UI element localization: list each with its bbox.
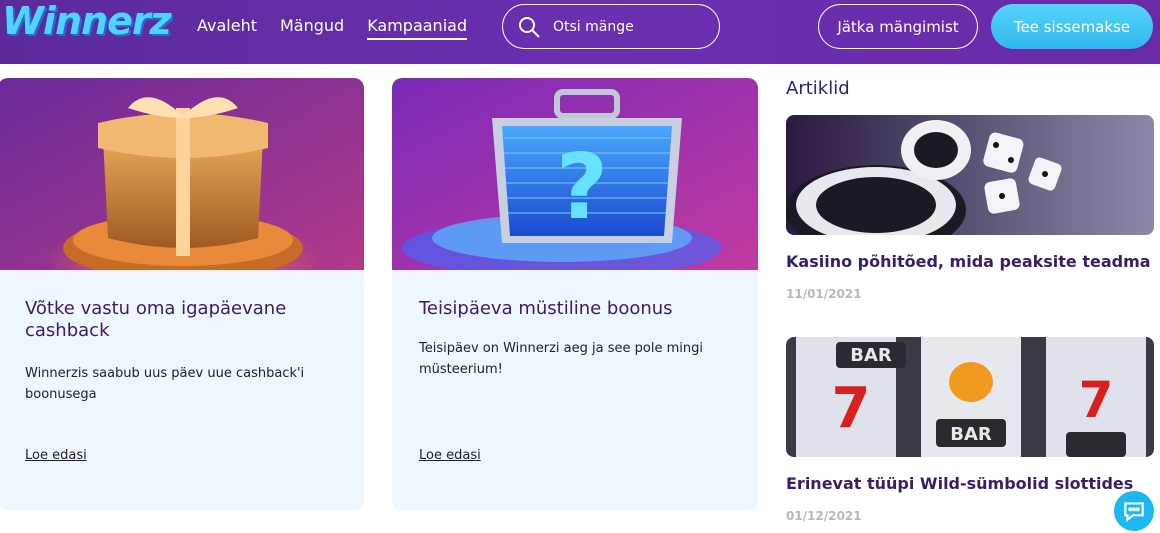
article-date: 11/01/2021 [786,287,862,301]
article-title[interactable]: Kasiino põhitõed, mida peaksite teadma [786,251,1154,273]
slot-reels-icon: BAR 7 BAR 7 [786,337,1154,457]
search-icon [519,16,540,38]
promo-title: Võtke vastu oma igapäevane cashback [25,298,287,341]
chat-icon [1124,502,1144,522]
article-image[interactable] [786,115,1154,235]
promo-description: Teisipäev on Winnerzi aeg ja see pole mi… [419,341,703,377]
mystery-briefcase-icon: ? [392,78,758,270]
search-input[interactable] [553,18,713,35]
main-nav: Avaleht Mängud Kampaaniad [197,14,490,40]
svg-text:7: 7 [1079,371,1114,429]
svg-text:BAR: BAR [950,424,992,445]
read-more-link[interactable]: Loe edasi [25,448,87,463]
svg-text:7: 7 [832,376,871,441]
read-more-link[interactable]: Loe edasi [419,448,481,463]
logo-text: Winnerz [2,0,172,43]
promo-image [0,78,364,270]
svg-text:BAR: BAR [850,345,892,366]
nav-games[interactable]: Mängud [280,14,344,40]
article-title[interactable]: Erinevat tüüpi Wild-sümbolid slottides [786,473,1154,495]
promo-title: Teisipäeva müstiline boonus [419,298,673,319]
promo-card[interactable]: Võtke vastu oma igapäevane cashback Winn… [0,78,364,510]
promo-card[interactable]: ? Teisipäeva müstiline boonus Teisipäev … [392,78,758,510]
promo-image: ? [392,78,758,270]
deposit-button[interactable]: Tee sissemakse [991,4,1153,49]
promo-description: Winnerzis saabub uus päev uue cashback'i… [25,366,305,402]
article-item[interactable]: Kasiino põhitõed, mida peaksite teadma 1… [786,115,1154,301]
article-date: 01/12/2021 [786,509,862,523]
nav-home[interactable]: Avaleht [197,14,257,40]
article-item[interactable]: BAR 7 BAR 7 Erinevat tüüpi Wild-sümbolid… [786,337,1154,523]
chat-button[interactable] [1112,489,1156,533]
chips-and-dice-icon [786,115,1154,235]
top-header: Winnerz Avaleht Mängud Kampaaniad Jätka … [0,0,1160,64]
search-box[interactable] [502,4,720,49]
continue-playing-button[interactable]: Jätka mängimist [818,4,978,49]
article-image[interactable]: BAR 7 BAR 7 [786,337,1154,457]
articles-heading: Artiklid [786,78,850,99]
nav-campaigns[interactable]: Kampaaniad [367,14,468,40]
svg-text:?: ? [556,135,608,240]
logo[interactable]: Winnerz [2,0,172,50]
gift-box-icon [0,78,364,270]
